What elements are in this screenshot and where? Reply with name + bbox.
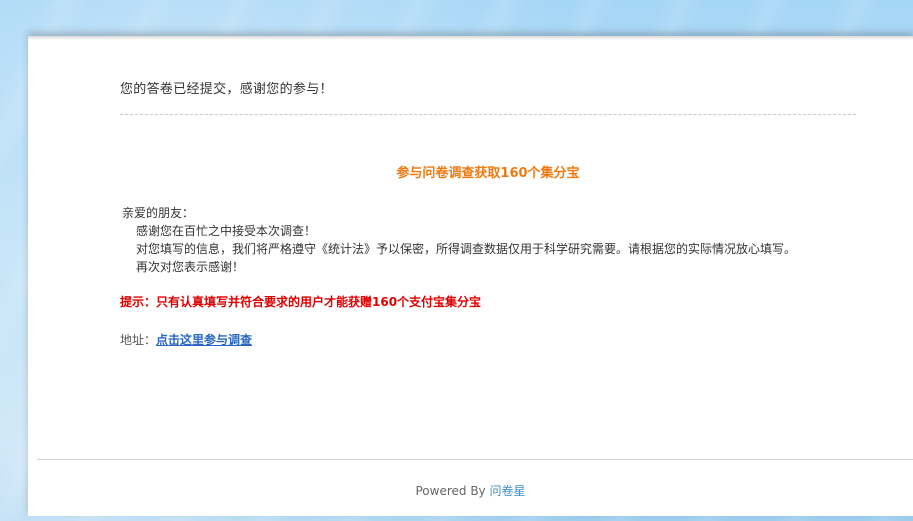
- content-card: 您的答卷已经提交，感谢您的参与！ 参与问卷调查获取160个集分宝 亲爱的朋友： …: [28, 36, 913, 516]
- letter-line: 再次对您表示感谢！: [136, 260, 245, 274]
- address-label: 地址：: [120, 333, 157, 347]
- tip-message: 提示：只有认真填写并符合要求的用户才能获赠160个支付宝集分宝: [120, 295, 482, 309]
- address-row: 地址：点击这里参与调查: [120, 331, 252, 348]
- survey-link[interactable]: 点击这里参与调查: [156, 333, 252, 347]
- letter-line: 对您填写的信息，我们将严格遵守《统计法》予以保密，所得调查数据仅用于科学研究需要…: [136, 242, 797, 256]
- dashed-divider: [120, 114, 856, 115]
- promo-title: 参与问卷调查获取160个集分宝: [396, 166, 580, 181]
- card-top-border: [28, 36, 913, 40]
- footer: Powered By 问卷星: [28, 482, 913, 499]
- letter-body: 亲爱的朋友： 感谢您在百忙之中接受本次调查！ 对您填写的信息，我们将严格遵守《统…: [122, 204, 796, 276]
- letter-greeting: 亲爱的朋友：: [122, 206, 195, 220]
- letter-line: 感谢您在百忙之中接受本次调查！: [136, 224, 317, 238]
- brand-link[interactable]: 问卷星: [489, 484, 525, 498]
- footer-divider: [37, 459, 913, 460]
- powered-by-text: Powered By: [415, 484, 486, 498]
- submission-confirmation: 您的答卷已经提交，感谢您的参与！: [120, 82, 333, 97]
